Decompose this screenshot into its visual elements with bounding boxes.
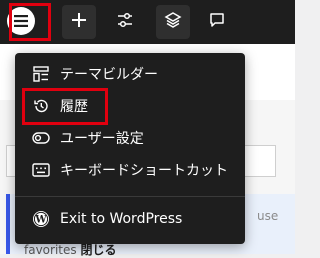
plus-icon (71, 12, 87, 32)
notice-text: favorites (24, 243, 77, 257)
menu-item-label: ユーザー設定 (60, 131, 144, 147)
keyboard-icon (31, 160, 51, 180)
main-dropdown-menu: テーマビルダー 履歴 ユーザー設定 キーボードショートカット W Exit to… (15, 53, 245, 244)
comments-button[interactable] (200, 5, 234, 39)
sliders-icon (116, 11, 134, 33)
layers-button[interactable] (156, 5, 190, 39)
menu-item-label: キーボードショートカット (60, 163, 228, 179)
menu-item-theme-builder[interactable]: テーマビルダー (15, 58, 245, 90)
layers-icon (164, 11, 182, 33)
menu-item-label: テーマビルダー (60, 67, 158, 83)
wordpress-icon: W (31, 209, 51, 229)
tools-button[interactable] (108, 5, 142, 39)
menu-item-exit-wordpress[interactable]: W Exit to WordPress (15, 203, 245, 235)
menu-item-keyboard-shortcuts[interactable]: キーボードショートカット (15, 154, 245, 186)
layout-icon (31, 64, 51, 84)
background-side-text: use (257, 209, 279, 223)
history-item-highlight (22, 88, 108, 125)
add-block-button[interactable] (62, 5, 96, 39)
toggle-icon (31, 128, 51, 148)
notice-close-link[interactable]: 閉じる (80, 243, 116, 257)
comment-icon (208, 11, 226, 33)
menu-divider (15, 196, 245, 197)
menu-item-user-preferences[interactable]: ユーザー設定 (15, 122, 245, 154)
menu-item-label: Exit to WordPress (60, 211, 183, 227)
menu-button-highlight (9, 3, 51, 41)
svg-text:W: W (34, 215, 47, 226)
